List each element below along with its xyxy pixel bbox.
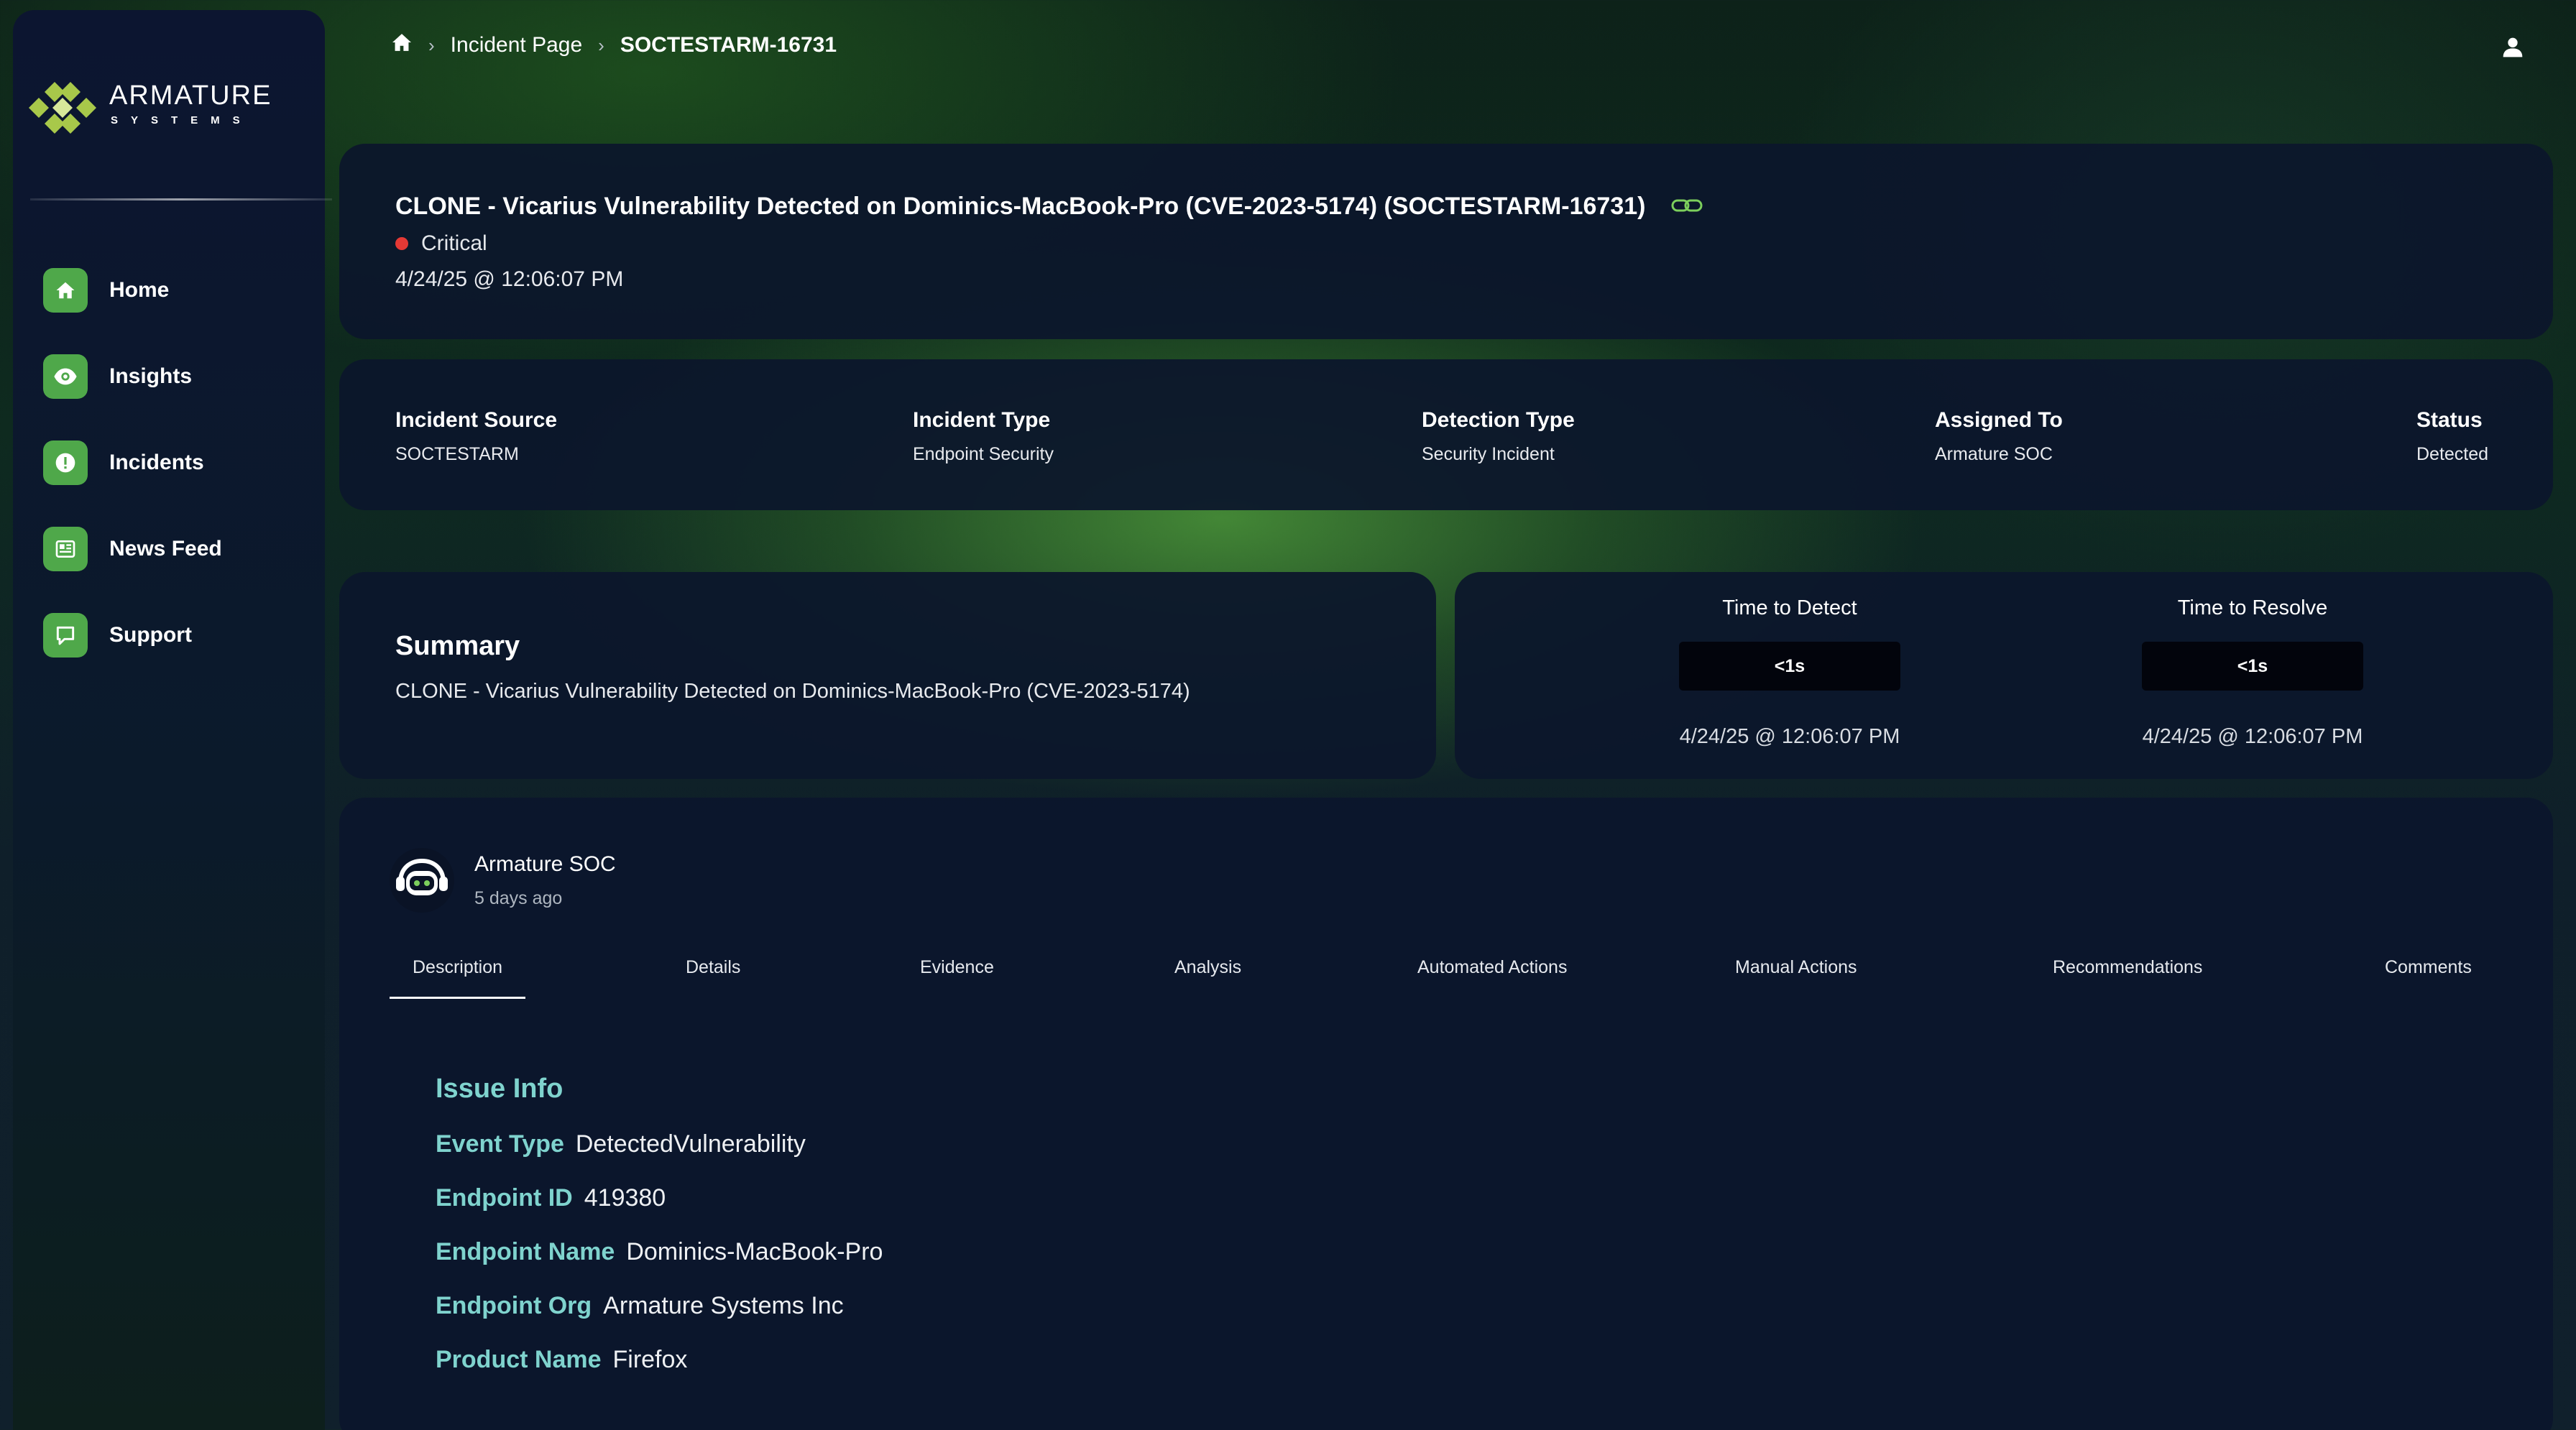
chevron-right-icon: › xyxy=(598,34,604,56)
time-label: Time to Resolve xyxy=(2177,596,2328,619)
sidebar-item-insights[interactable]: Insights xyxy=(43,333,222,420)
meta-detection-type: Detection Type Security Incident xyxy=(1422,408,1575,465)
sidebar-item-home[interactable]: Home xyxy=(43,247,222,333)
link-icon[interactable] xyxy=(1671,193,1703,221)
incident-title-row: CLONE - Vicarius Vulnerability Detected … xyxy=(395,193,1703,221)
author-time: 5 days ago xyxy=(474,887,563,908)
detail-tabs: Description Details Evidence Analysis Au… xyxy=(390,957,2517,1003)
user-icon[interactable] xyxy=(2501,36,2524,63)
time-label: Time to Detect xyxy=(1722,596,1857,619)
issue-key: Event Type xyxy=(436,1130,564,1158)
time-to-resolve: Time to Resolve <1s 4/24/25 @ 12:06:07 P… xyxy=(2102,596,2404,749)
sidebar-item-label: Incidents xyxy=(109,451,204,474)
severity-dot-icon xyxy=(395,237,408,250)
tab-details[interactable]: Details xyxy=(686,957,740,997)
sidebar-divider xyxy=(30,198,332,200)
home-icon[interactable] xyxy=(391,33,413,57)
incident-meta-card: Incident Source SOCTESTARM Incident Type… xyxy=(339,359,2553,510)
issue-key: Endpoint Name xyxy=(436,1238,615,1265)
meta-value: SOCTESTARM xyxy=(395,444,519,464)
meta-value: Armature SOC xyxy=(1935,444,2053,464)
incident-header-card: CLONE - Vicarius Vulnerability Detected … xyxy=(339,144,2553,339)
issue-key: Endpoint Org xyxy=(436,1292,592,1319)
time-date: 4/24/25 @ 12:06:07 PM xyxy=(2142,725,2363,748)
issue-key: Endpoint ID xyxy=(436,1184,573,1212)
severity-label: Critical xyxy=(421,231,487,255)
meta-assigned-to: Assigned To Armature SOC xyxy=(1935,408,2063,465)
time-value: <1s xyxy=(1679,642,1900,691)
tab-automated-actions[interactable]: Automated Actions xyxy=(1417,957,1567,997)
summary-text: CLONE - Vicarius Vulnerability Detected … xyxy=(395,680,1190,703)
issue-key: Product Name xyxy=(436,1346,602,1373)
issue-info-title: Issue Info xyxy=(436,1074,564,1104)
incident-date: 4/24/25 @ 12:06:07 PM xyxy=(395,267,624,291)
timing-card: Time to Detect <1s 4/24/25 @ 12:06:07 PM… xyxy=(1455,572,2553,779)
alert-icon xyxy=(43,440,88,485)
issue-value: DetectedVulnerability xyxy=(575,1130,806,1158)
incident-title: CLONE - Vicarius Vulnerability Detected … xyxy=(395,193,1646,220)
tab-analysis[interactable]: Analysis xyxy=(1174,957,1241,997)
sidebar-item-label: News Feed xyxy=(109,537,222,561)
brand-sub: SYSTEMS xyxy=(111,114,253,126)
brand-name: ARMATURE xyxy=(109,80,272,111)
meta-label: Incident Type xyxy=(913,408,1051,432)
meta-value: Security Incident xyxy=(1422,444,1555,464)
meta-label: Status xyxy=(2416,408,2483,432)
tab-comments[interactable]: Comments xyxy=(2385,957,2472,997)
avatar xyxy=(390,848,454,913)
sidebar-item-news-feed[interactable]: News Feed xyxy=(43,506,222,592)
sidebar: ARMATURE SYSTEMS Home Insights Incidents xyxy=(13,10,332,1430)
author-name: Armature SOC xyxy=(474,852,616,876)
issue-info: Issue Info Event Type DetectedVulnerabil… xyxy=(436,1074,883,1374)
meta-status: Status Detected xyxy=(2416,408,2488,465)
tab-recommendations[interactable]: Recommendations xyxy=(2053,957,2202,997)
breadcrumb-parent[interactable]: Incident Page xyxy=(451,33,582,57)
sidebar-item-incidents[interactable]: Incidents xyxy=(43,420,222,506)
issue-value: Dominics-MacBook-Pro xyxy=(626,1238,883,1265)
tab-manual-actions[interactable]: Manual Actions xyxy=(1735,957,1857,997)
chevron-right-icon: › xyxy=(428,34,435,56)
meta-label: Incident Source xyxy=(395,408,558,432)
issue-value: 419380 xyxy=(584,1184,666,1212)
issue-value: Armature Systems Inc xyxy=(603,1292,844,1319)
meta-label: Assigned To xyxy=(1935,408,2063,432)
meta-value: Endpoint Security xyxy=(913,444,1054,464)
breadcrumb-current: SOCTESTARM-16731 xyxy=(620,33,837,57)
breadcrumb: › Incident Page › SOCTESTARM-16731 xyxy=(391,33,837,57)
author: Armature SOC 5 days ago xyxy=(390,848,616,913)
sidebar-item-label: Home xyxy=(109,278,170,302)
time-to-detect: Time to Detect <1s 4/24/25 @ 12:06:07 PM xyxy=(1639,596,1941,749)
severity-badge: Critical xyxy=(395,231,487,256)
issue-value: Firefox xyxy=(612,1346,688,1373)
sidebar-item-support[interactable]: Support xyxy=(43,592,222,678)
brand-logo[interactable]: ARMATURE SYSTEMS xyxy=(23,68,272,139)
issue-row-product-name: Product Name Firefox xyxy=(436,1346,883,1374)
incident-detail-card: Armature SOC 5 days ago Description Deta… xyxy=(339,798,2553,1430)
home-icon xyxy=(43,268,88,313)
sidebar-nav: Home Insights Incidents News Feed Suppor… xyxy=(43,247,222,678)
newspaper-icon xyxy=(43,527,88,571)
summary-title: Summary xyxy=(395,631,520,661)
tab-evidence[interactable]: Evidence xyxy=(920,957,994,997)
issue-row-endpoint-name: Endpoint Name Dominics-MacBook-Pro xyxy=(436,1238,883,1266)
sidebar-item-label: Insights xyxy=(109,364,193,388)
logo-mark-icon xyxy=(29,82,96,134)
sidebar-item-label: Support xyxy=(109,623,192,647)
eye-icon xyxy=(43,354,88,399)
robot-icon xyxy=(396,858,448,895)
summary-card: Summary CLONE - Vicarius Vulnerability D… xyxy=(339,572,1436,779)
chat-icon xyxy=(43,613,88,658)
issue-row-endpoint-id: Endpoint ID 419380 xyxy=(436,1184,883,1212)
time-date: 4/24/25 @ 12:06:07 PM xyxy=(1679,725,1900,748)
issue-row-endpoint-org: Endpoint Org Armature Systems Inc xyxy=(436,1292,883,1320)
issue-row-event-type: Event Type DetectedVulnerability xyxy=(436,1130,883,1158)
meta-incident-type: Incident Type Endpoint Security xyxy=(913,408,1054,465)
time-value: <1s xyxy=(2142,642,2363,691)
meta-incident-source: Incident Source SOCTESTARM xyxy=(395,408,557,465)
meta-label: Detection Type xyxy=(1422,408,1575,432)
meta-value: Detected xyxy=(2416,444,2489,464)
tab-description[interactable]: Description xyxy=(390,957,526,999)
